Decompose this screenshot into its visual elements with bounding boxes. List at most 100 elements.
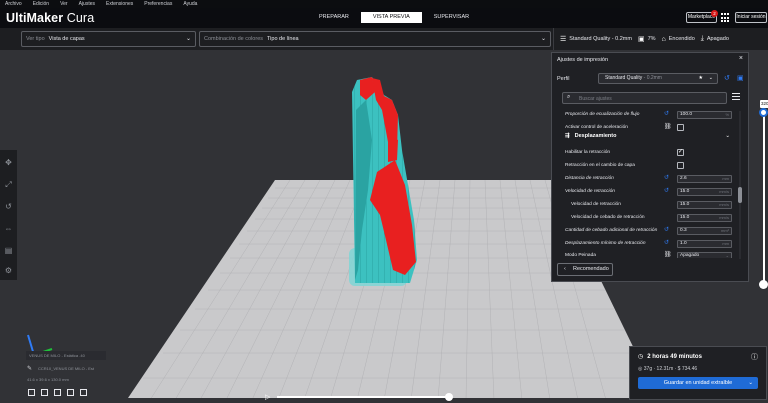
setting-select[interactable]: Apagado ⌄ xyxy=(677,252,732,258)
move-icon[interactable]: ✥ xyxy=(4,158,13,167)
travel-icon: ⇶ xyxy=(565,133,570,139)
simulation-slider-track[interactable] xyxy=(277,396,449,398)
view-type-select[interactable]: Ver tipo Vista de capas ⌄ xyxy=(21,31,196,47)
color-scheme-select[interactable]: Combinación de colores Tipo de línea ⌄ xyxy=(199,31,551,47)
recommended-button[interactable]: ‹ Recomendado xyxy=(557,263,613,276)
scrollbar-thumb[interactable] xyxy=(738,187,742,203)
view-left-icon[interactable] xyxy=(67,389,74,396)
menu-archivo[interactable]: Archivo xyxy=(5,1,22,7)
play-icon[interactable]: ▷ xyxy=(265,393,270,401)
star-icon[interactable]: ★ xyxy=(699,74,703,83)
spool-icon: ◎ xyxy=(638,366,643,372)
reset-icon[interactable]: ↺ xyxy=(664,225,669,236)
menu-extensiones[interactable]: Extensiones xyxy=(106,1,133,7)
rotate-icon[interactable]: ↺ xyxy=(4,202,13,211)
setting-row: Velocidad de retracción 15.0 mm/s xyxy=(562,199,738,210)
login-button[interactable]: Iniciar sesión xyxy=(735,12,767,23)
pencil-icon[interactable]: ✎ xyxy=(27,365,32,372)
adhesion-icon: ⤓ xyxy=(700,35,704,42)
setting-input[interactable]: 1.0 mm xyxy=(677,240,732,248)
left-toolbar: ✥ ⤢ ↺ ⇔ ▤ ⚙ xyxy=(0,150,17,280)
tab-preparar[interactable]: PREPARAR xyxy=(307,12,361,23)
support-blocker-icon[interactable]: ⚙ xyxy=(4,266,13,275)
mirror-icon[interactable]: ⇔ xyxy=(4,224,13,233)
view-right-icon[interactable] xyxy=(80,389,87,396)
reset-icon[interactable]: ↺ xyxy=(664,238,669,249)
link-icon[interactable]: ⛓ xyxy=(664,250,672,258)
search-icon: ⌕ xyxy=(567,94,571,100)
marketplace-badge: 2 xyxy=(711,10,718,17)
layer-slider-bottom-handle[interactable] xyxy=(759,280,768,289)
chevron-down-icon: ⌄ xyxy=(748,380,753,386)
menu-ajustes[interactable]: Ajustes xyxy=(79,1,95,7)
setting-checkbox[interactable] xyxy=(677,162,684,169)
setting-input[interactable]: 100.0% xyxy=(677,111,732,119)
setting-row: Cantidad de cebado adicional de retracci… xyxy=(562,225,738,236)
reset-icon[interactable]: ↺ xyxy=(664,173,669,184)
setting-row: Desplazamiento mínimo de retracción ↺ 1.… xyxy=(562,238,738,249)
setting-checkbox[interactable] xyxy=(677,124,684,131)
chevron-down-icon: ⌄ xyxy=(185,36,191,42)
setting-input[interactable]: 2.6 mm xyxy=(677,175,732,183)
setting-row: Velocidad de retracción ↺ 15.0 mm/s xyxy=(562,186,738,197)
chevron-left-icon: ‹ xyxy=(564,266,566,272)
reset-icon[interactable]: ↺ xyxy=(664,109,669,120)
setting-input[interactable]: 15.0 mm/s xyxy=(677,201,732,209)
profile-select[interactable]: Standard Quality - 0.2mm ★ ⌄ xyxy=(598,73,718,84)
setting-row: Distancia de retracción ↺ 2.6 mm xyxy=(562,173,738,184)
section-travel[interactable]: ⇶ Desplazamiento ⌄ xyxy=(562,133,738,143)
menu-edicion[interactable]: Edición xyxy=(33,1,49,7)
link-icon[interactable]: ⛓ xyxy=(664,122,672,133)
print-settings-panel: Ajustes de impresión × Perfil Standard Q… xyxy=(551,52,749,282)
print-time: ◷ 2 horas 49 minutos xyxy=(638,354,702,360)
apps-grid-icon[interactable] xyxy=(721,13,731,23)
menu-ver[interactable]: Ver xyxy=(60,1,68,7)
support-label: Encendido xyxy=(668,36,695,42)
setting-input[interactable]: 15.0 mm/s xyxy=(677,214,732,222)
object-dimensions: 41.6 x 39.6 x 130.0 mm xyxy=(27,377,69,382)
setting-row: Proporción de ecualización de flujo ↺ 10… xyxy=(562,109,738,120)
tab-vista-previa[interactable]: VISTA PREVIA xyxy=(360,12,422,23)
chevron-down-icon: ⌄ xyxy=(540,36,546,42)
reset-profile-icon[interactable]: ↺ xyxy=(724,74,730,82)
print-setup-summary[interactable]: ☰ Standard Quality - 0.2mm ▣ 7% ⌂ Encend… xyxy=(553,28,768,50)
setting-row: Modo Peinada ⛓ Apagado ⌄ xyxy=(562,250,738,258)
menu-ayuda[interactable]: Ayuda xyxy=(183,1,197,7)
save-profile-icon[interactable]: ▣ xyxy=(737,74,744,82)
setting-input[interactable]: 0.3 mm³ xyxy=(677,227,732,235)
infill-label: 7% xyxy=(647,36,656,42)
reset-icon[interactable]: ↺ xyxy=(664,186,669,197)
view-toolbar: Ver tipo Vista de capas ⌄ Combinación de … xyxy=(0,28,768,50)
menu-preferencias[interactable]: Preferencias xyxy=(144,1,172,7)
adhesion-label: Apagado xyxy=(706,36,729,42)
layer-number[interactable]: 320 xyxy=(760,100,768,108)
menu-bar: Archivo Edición Ver Ajustes Extensiones … xyxy=(0,0,768,8)
per-model-settings-icon[interactable]: ▤ xyxy=(4,246,13,255)
settings-search[interactable]: ⌕ xyxy=(562,92,727,104)
setting-row: Habilitar la retracción ✓ xyxy=(565,149,684,156)
camera-views xyxy=(28,389,93,396)
save-removable-button[interactable]: Guardar en unidad extraíble ⌄ xyxy=(638,377,758,389)
chevron-down-icon: ⌄ xyxy=(725,133,730,139)
setting-input[interactable]: 15.0 mm/s xyxy=(677,188,732,196)
layer-slider-track[interactable] xyxy=(763,112,765,284)
setting-checkbox[interactable]: ✓ xyxy=(677,149,684,156)
object-name[interactable]: VENUS DE MILO - Estática .40 xyxy=(26,351,106,360)
scrollbar-track xyxy=(739,111,741,259)
scale-icon[interactable]: ⤢ xyxy=(4,180,13,189)
view-3d-icon[interactable] xyxy=(28,389,35,396)
tab-supervisar[interactable]: SUPERVISAR xyxy=(422,12,481,23)
info-icon[interactable]: ⓘ xyxy=(751,352,758,362)
stage-tabs: PREPARAR VISTA PREVIA SUPERVISAR xyxy=(307,12,481,23)
menu-icon[interactable] xyxy=(732,93,740,101)
clock-icon: ◷ xyxy=(638,354,644,360)
print-estimate-panel: ◷ 2 horas 49 minutos ⓘ ◎ 37g · 12.31m · $… xyxy=(629,346,767,400)
support-icon: ⌂ xyxy=(661,35,666,43)
layer-slider-top-handle[interactable] xyxy=(759,108,768,117)
search-input[interactable] xyxy=(579,94,719,103)
infill-icon: ▣ xyxy=(637,36,645,43)
view-top-icon[interactable] xyxy=(54,389,61,396)
close-icon[interactable]: × xyxy=(739,55,743,62)
view-front-icon[interactable] xyxy=(41,389,48,396)
simulation-slider-handle[interactable] xyxy=(445,393,453,401)
